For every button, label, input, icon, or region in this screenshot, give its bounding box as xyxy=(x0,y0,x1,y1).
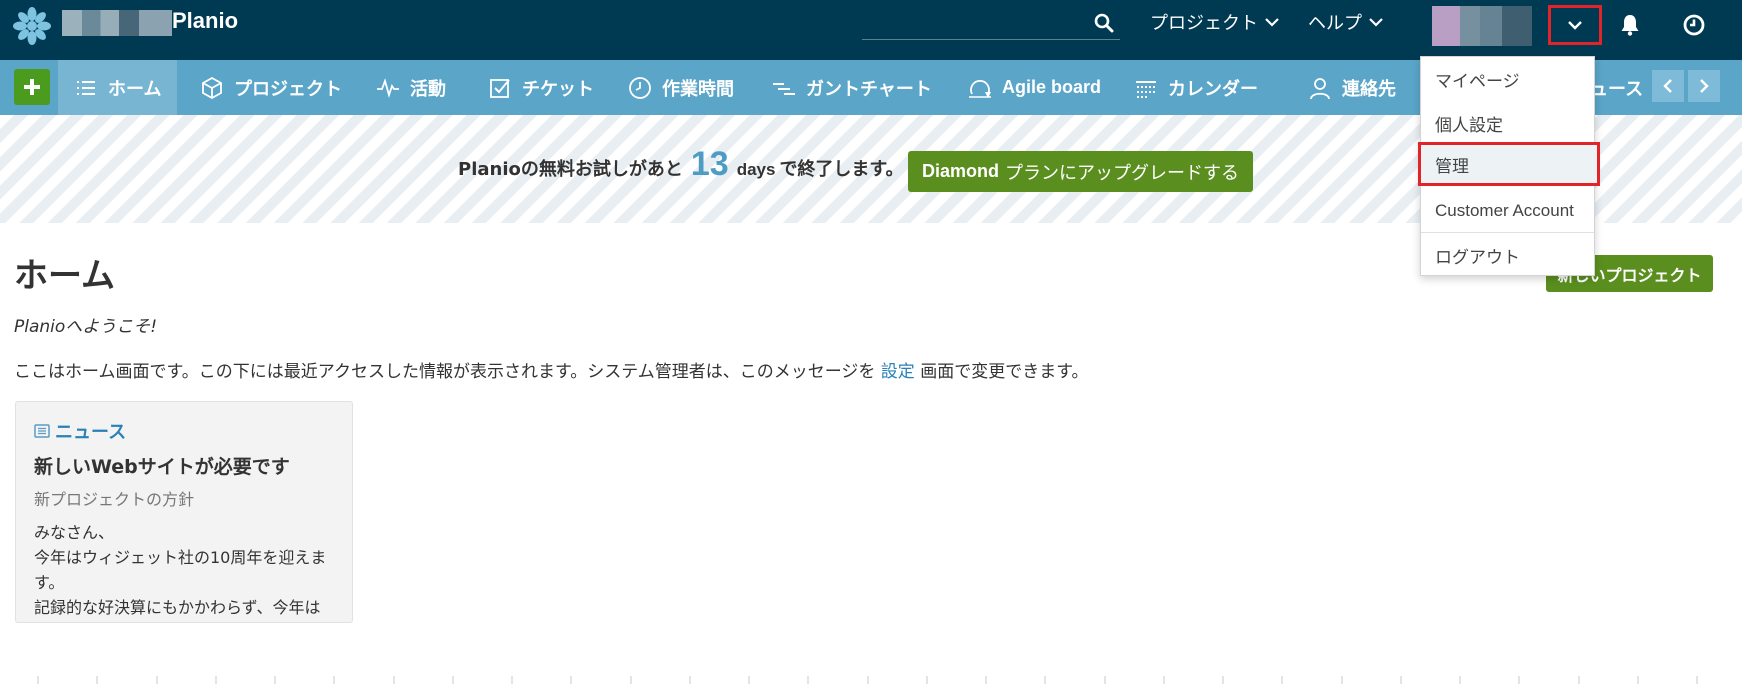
nav-item-label: ホーム xyxy=(108,78,162,100)
planio-logo-icon[interactable] xyxy=(12,6,52,46)
news-body-line: 今年はウィジェット社の10周年を迎えます。 xyxy=(34,548,327,592)
news-heading: ニュース xyxy=(55,422,127,443)
nav-item-news[interactable]: ュース xyxy=(1590,75,1643,101)
settings-link[interactable]: 設定 xyxy=(881,362,915,382)
nav-scroll-left-button[interactable] xyxy=(1652,70,1684,102)
nav-item-agile-board[interactable]: Agile board xyxy=(952,60,1117,115)
chevron-down-icon xyxy=(1568,21,1582,30)
clock-icon xyxy=(629,76,651,99)
chevron-left-icon xyxy=(1663,79,1672,93)
nav-item-label: カレンダー xyxy=(1168,78,1258,100)
upgrade-button-label: プランにアップグレードする xyxy=(1005,162,1239,184)
organization-name-blurred xyxy=(62,10,172,36)
menu-item-my-account[interactable]: 個人設定 xyxy=(1421,101,1594,145)
news-title[interactable]: 新しいWebサイトが必要です xyxy=(34,452,290,479)
search-input[interactable] xyxy=(862,10,1120,40)
list-icon xyxy=(77,80,95,95)
nav-item-activity[interactable]: 活動 xyxy=(360,60,462,115)
description-text: ここはホーム画面です。この下には最近アクセスした情報が表示されます。システム管理… xyxy=(14,362,876,382)
brand-name[interactable]: Planio xyxy=(172,8,238,34)
calendar-icon xyxy=(1136,80,1156,98)
upgrade-button[interactable]: Diamond プランにアップグレードする xyxy=(908,151,1253,192)
trial-days-count: 13 xyxy=(690,145,729,183)
nav-item-label: ガントチャート xyxy=(806,78,932,100)
nav-item-calendar[interactable]: カレンダー xyxy=(1118,60,1274,115)
menu-item-my-page[interactable]: マイページ xyxy=(1421,57,1594,101)
nav-item-label: チケット xyxy=(522,78,594,100)
news-subtitle: 新プロジェクトの方針 xyxy=(34,490,195,509)
add-button[interactable] xyxy=(14,69,50,105)
home-description: ここはホーム画面です。この下には最近アクセスした情報が表示されます。システム管理… xyxy=(14,357,1089,382)
person-icon xyxy=(1310,77,1330,99)
upgrade-plan-name: Diamond xyxy=(921,161,999,181)
user-dropdown-menu: マイページ 個人設定 管理 Customer Account ログアウト xyxy=(1418,56,1600,277)
cube-icon xyxy=(202,76,222,99)
top-bar: Planio プロジェクト ヘルプ xyxy=(0,0,1742,60)
news-heading-link[interactable]: ニュース xyxy=(34,418,126,444)
nav-item-label: Agile board xyxy=(1002,77,1102,97)
nav-item-time-tracking[interactable]: 作業時間 xyxy=(612,60,750,115)
projects-menu-label: プロジェクト xyxy=(1150,13,1258,34)
chevron-down-icon xyxy=(1265,18,1279,27)
nav-item-label: 連絡先 xyxy=(1342,78,1396,100)
activity-pulse-icon xyxy=(377,77,399,98)
page-title: ホーム xyxy=(14,256,115,296)
news-card: ニュース 新しいWebサイトが必要です 新プロジェクトの方針 みなさん、 今年は… xyxy=(15,401,353,623)
nav-item-label: 作業時間 xyxy=(662,78,734,100)
newspaper-icon xyxy=(34,424,50,438)
timeline-ruler xyxy=(37,676,1698,684)
search-icon[interactable] xyxy=(1094,13,1114,33)
trial-days-unit: days xyxy=(736,160,776,179)
nav-item-home[interactable]: ホーム xyxy=(58,60,178,115)
nav-item-projects[interactable]: プロジェクト xyxy=(184,60,358,115)
trial-message-prefix: Planioの無料お試しがあと xyxy=(458,159,683,180)
user-dropdown-button[interactable] xyxy=(1548,5,1602,45)
nav-item-gantt[interactable]: ガントチャート xyxy=(756,60,948,115)
nav-scroll-right-button[interactable] xyxy=(1688,70,1720,102)
clock-icon[interactable] xyxy=(1682,13,1706,37)
checkbox-icon xyxy=(490,78,510,98)
plus-icon xyxy=(24,79,40,95)
agile-cycle-icon xyxy=(969,79,991,98)
chevron-right-icon xyxy=(1700,79,1709,93)
nav-item-label: 活動 xyxy=(410,78,446,100)
trial-message: Planioの無料お試しがあと 13 days で終了します。 xyxy=(458,145,904,184)
welcome-text: Planioへようこそ! xyxy=(14,317,158,337)
help-menu-label: ヘルプ xyxy=(1308,13,1362,34)
menu-item-administration[interactable]: 管理 xyxy=(1418,142,1600,186)
nav-item-contacts[interactable]: 連絡先 xyxy=(1292,60,1412,115)
menu-item-customer-account[interactable]: Customer Account xyxy=(1421,189,1594,233)
trial-message-suffix: で終了します。 xyxy=(779,159,904,180)
menu-item-logout[interactable]: ログアウト xyxy=(1421,233,1594,277)
help-menu[interactable]: ヘルプ xyxy=(1308,9,1384,35)
news-body-line: 記録的な好決算にもかかわらず、今年は xyxy=(34,598,321,617)
news-body: みなさん、 今年はウィジェット社の10周年を迎えます。 記録的な好決算にもかかわ… xyxy=(34,520,339,620)
projects-menu[interactable]: プロジェクト xyxy=(1150,9,1280,35)
gantt-icon xyxy=(773,82,795,95)
avatar[interactable] xyxy=(1432,6,1532,46)
news-body-line: みなさん、 xyxy=(34,523,115,542)
nav-item-label: プロジェクト xyxy=(234,78,342,100)
bell-icon[interactable] xyxy=(1618,13,1642,37)
chevron-down-icon xyxy=(1369,18,1383,27)
nav-item-tickets[interactable]: チケット xyxy=(472,60,610,115)
description-text-end: 画面で変更できます。 xyxy=(920,362,1089,382)
